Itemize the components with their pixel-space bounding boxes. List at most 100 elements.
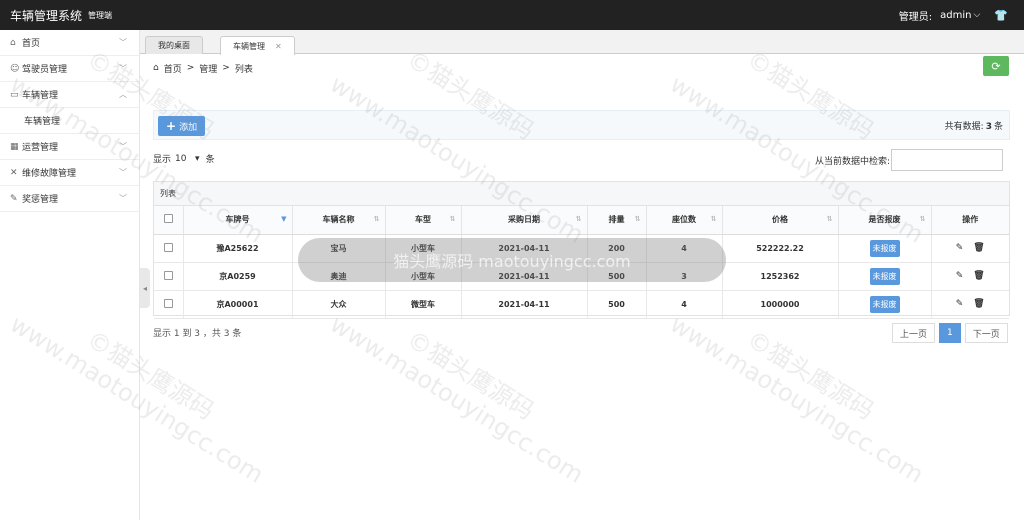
column-label: 车牌号 (225, 215, 250, 225)
cell-price: 522222.22 (722, 234, 839, 263)
row-checkbox[interactable] (163, 270, 173, 280)
edit-icon[interactable]: ✎ (956, 299, 964, 309)
role-label: 管理员: (898, 11, 933, 23)
sort-icon: ⇅ (373, 215, 380, 223)
column-header[interactable]: 车牌号 ▼ (183, 206, 293, 235)
sort-desc-icon: ▼ (281, 215, 287, 223)
page-1-button[interactable]: 1 (939, 323, 961, 343)
tab-vehicles[interactable]: 车辆管理 ✕ (220, 36, 295, 55)
user-menu[interactable]: admin (940, 10, 971, 21)
cell-actions: ✎ 🗑 (931, 234, 1009, 263)
skin-icon[interactable]: 👕 (994, 9, 1008, 22)
sidebar-item-label: 奖惩管理 (22, 195, 59, 205)
car-icon: ▭ (10, 89, 19, 100)
row-checkbox[interactable] (163, 242, 173, 252)
edit-icon[interactable]: ✎ (956, 243, 964, 253)
cell-plate: 京A0259 (183, 262, 293, 291)
sidebar-item-label: 运营管理 (22, 143, 59, 153)
chevron-down-icon: ﹀ (119, 168, 127, 177)
cell-price: 1000000 (722, 290, 839, 319)
cell-actions: ✎ 🗑 (931, 290, 1009, 319)
trash-icon[interactable]: 🗑 (973, 243, 984, 253)
cell-name: 大众 (292, 290, 386, 319)
column-header[interactable]: 座位数 ⇅ (646, 206, 723, 235)
page-length-select[interactable]: 10 ▾ (175, 154, 200, 164)
column-label: 价格 (772, 215, 788, 225)
trash-icon[interactable]: 🗑 (973, 271, 984, 281)
total-number: 3 (985, 122, 992, 132)
sidebar-item-home[interactable]: ⌂ 首页 ﹀ (0, 30, 139, 56)
table-row: 京A00001 大众 微型车 2021-04-11 500 4 1000000 … (154, 290, 1009, 319)
status-badge: 未报废 (869, 267, 900, 285)
cell-displacement: 200 (587, 234, 647, 263)
prev-page-button[interactable]: 上一页 (892, 323, 936, 343)
row-select (154, 262, 184, 291)
edit-icon: ✎ (10, 193, 18, 204)
tab-bar: 我的桌面 车辆管理 ✕ (140, 30, 1024, 55)
user-area: 管理员: admin ⌵ 👕 (899, 8, 1024, 23)
cell-price: 1252362 (722, 262, 839, 291)
tab-desktop[interactable]: 我的桌面 (145, 36, 203, 54)
column-header: 操作 (931, 206, 1009, 235)
breadcrumb-home[interactable]: 首页 (164, 62, 182, 75)
column-header[interactable]: 价格 ⇅ (722, 206, 839, 235)
next-page-button[interactable]: 下一页 (964, 323, 1008, 343)
sidebar-collapse-handle[interactable]: ◂ (140, 268, 150, 308)
watermark-text: ©猫头鹰源码 (401, 325, 539, 426)
search-input[interactable] (891, 149, 1004, 171)
cell-name: 奥迪 (292, 262, 386, 291)
sort-icon: ⇅ (826, 215, 833, 223)
column-header[interactable]: 车辆名称 ⇅ (292, 206, 386, 235)
chevron-down-icon: ﹀ (119, 194, 127, 203)
refresh-button[interactable]: ⟳ (983, 56, 1009, 76)
add-button[interactable]: + 添加 (158, 116, 206, 136)
sidebar-item-rewards[interactable]: ✎ 奖惩管理 ﹀ (0, 186, 139, 212)
sidebar-item-operations[interactable]: ▦ 运营管理 ﹀ (0, 134, 139, 160)
close-icon[interactable]: ✕ (275, 42, 282, 51)
sidebar-item-label: 首页 (22, 39, 41, 49)
separator: > (222, 63, 230, 73)
sidebar-subitem-vehicles[interactable]: 车辆管理 (0, 108, 139, 134)
select-all-checkbox[interactable] (163, 214, 173, 224)
cell-date: 2021-04-11 (461, 290, 588, 319)
cell-date: 2021-04-11 (461, 262, 588, 291)
trash-icon[interactable]: 🗑 (973, 299, 984, 309)
separator: > (186, 63, 195, 73)
wrench-icon: ✕ (10, 167, 18, 178)
column-header[interactable]: 采购日期 ⇅ (461, 206, 588, 235)
row-checkbox[interactable] (163, 298, 173, 308)
row-select (154, 290, 184, 319)
sidebar-item-drivers[interactable]: ☺ 驾驶员管理 ﹀ (0, 56, 139, 82)
column-label: 操作 (962, 215, 979, 225)
chevron-down-icon: ﹀ (119, 142, 127, 151)
vehicle-table: 车牌号 ▼ 车辆名称 ⇅ 车型 ⇅ 采购日期 ⇅ 排量 ⇅ 座位数 ⇅ 价格 ⇅ 是否报废 ⇅ … (154, 206, 1009, 319)
refresh-icon: ⟳ (991, 59, 1001, 73)
cell-seats: 4 (646, 290, 723, 319)
column-header[interactable]: 是否报废 ⇅ (838, 206, 932, 235)
cell-plate: 京A00001 (183, 290, 293, 319)
app-title: 车辆管理系统 (10, 8, 83, 23)
total-suffix: 条 (993, 122, 1003, 132)
select-all-header (154, 206, 184, 235)
cell-displacement: 500 (587, 262, 647, 291)
column-header[interactable]: 车型 ⇅ (385, 206, 462, 235)
edit-icon[interactable]: ✎ (956, 271, 964, 281)
calendar-icon: ▦ (10, 141, 19, 152)
cell-seats: 3 (646, 262, 723, 291)
watermark-text: ©猫头鹰源码 (741, 325, 879, 426)
sidebar-item-vehicles[interactable]: ▭ 车辆管理 ︿ (0, 82, 139, 108)
status-badge: 未报废 (869, 295, 900, 313)
chevron-up-icon: ︿ (119, 90, 127, 99)
sidebar-item-repairs[interactable]: ✕ 维修故障管理 ﹀ (0, 160, 139, 186)
sidebar: ⌂ 首页 ﹀ ☺ 驾驶员管理 ﹀ ▭ 车辆管理 ︿ 车辆管理 ▦ 运营管理 ﹀ … (0, 30, 140, 520)
sort-icon: ⇅ (449, 215, 456, 223)
column-header[interactable]: 排量 ⇅ (587, 206, 647, 235)
column-label: 座位数 (672, 215, 696, 225)
list-panel: 列表 车牌号 ▼ 车辆名称 ⇅ 车型 ⇅ 采购日期 ⇅ 排量 ⇅ 座位数 ⇅ 价格 ⇅ 是否报… (153, 181, 1010, 319)
sort-icon: ⇅ (634, 215, 641, 223)
breadcrumb: ⌂ 首页 > 管理 > 列表 (153, 60, 258, 76)
breadcrumb-manage[interactable]: 管理 (199, 62, 217, 75)
action-toolbar: + 添加 共有数据: 3 条 (153, 110, 1010, 140)
cell-name: 宝马 (292, 234, 386, 263)
chevron-down-icon[interactable]: ⌵ (973, 10, 980, 20)
